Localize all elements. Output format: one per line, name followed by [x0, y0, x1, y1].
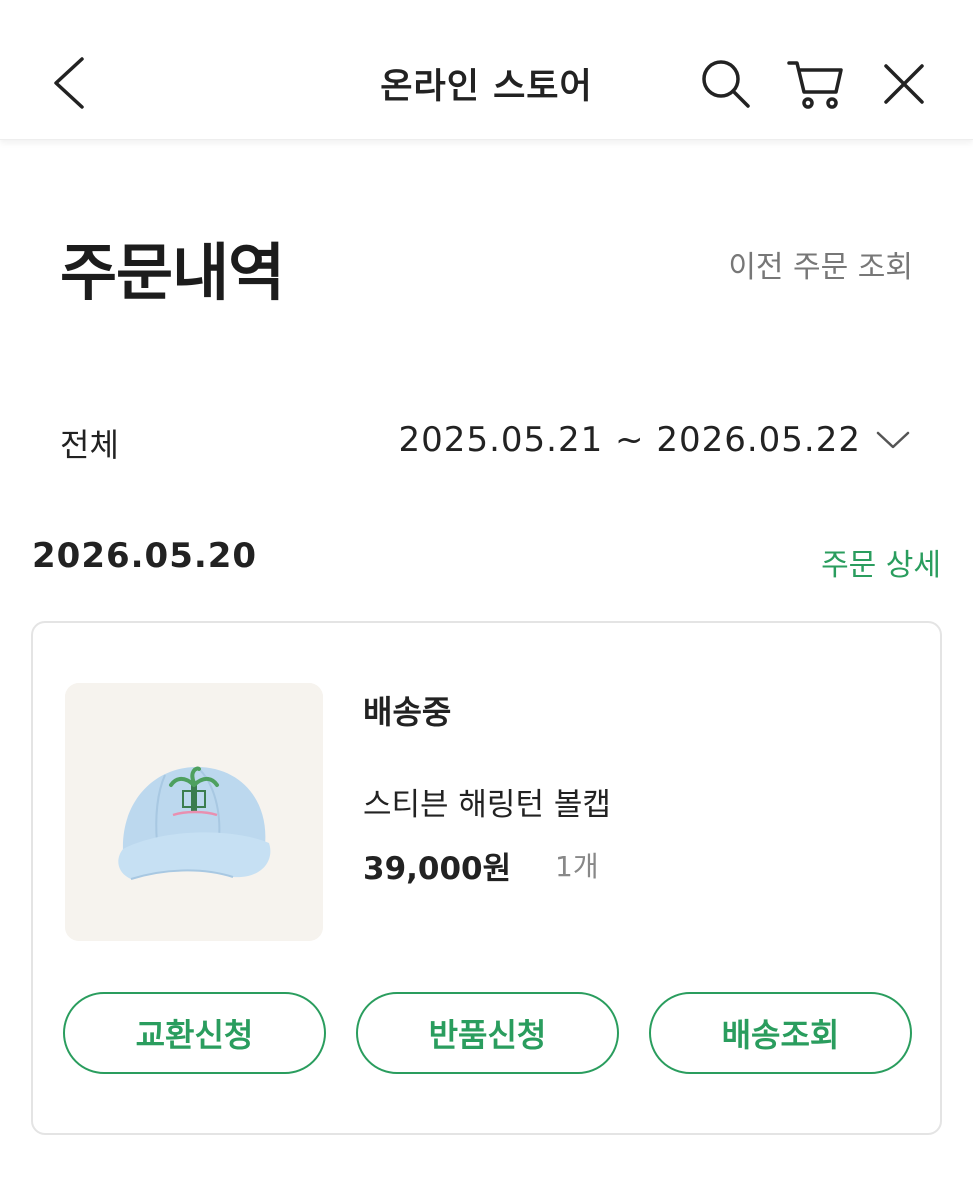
exchange-request-button[interactable]: 교환신청 — [63, 992, 326, 1074]
return-request-button[interactable]: 반품신청 — [356, 992, 619, 1074]
previous-orders-link[interactable]: 이전 주문 조회 — [728, 242, 913, 286]
chevron-down-icon — [876, 431, 910, 449]
close-icon[interactable] — [880, 60, 928, 108]
search-icon[interactable] — [700, 58, 752, 110]
date-range-text: 2025.05.21 ~ 2026.05.22 — [398, 420, 861, 460]
product-name[interactable]: 스티븐 해링턴 볼캡 — [363, 779, 611, 824]
page-title: 주문내역 — [60, 236, 285, 309]
product-image[interactable] — [65, 683, 323, 941]
order-status: 배송중 — [363, 693, 452, 731]
top-app-bar: 온라인 스토어 — [0, 0, 973, 140]
order-detail-link[interactable]: 주문 상세 — [821, 540, 941, 584]
product-price: 39,000원 — [363, 851, 512, 887]
status-filter[interactable]: 전체 — [60, 420, 119, 466]
cart-icon[interactable] — [786, 58, 844, 110]
product-quantity: 1개 — [555, 850, 599, 883]
date-range-selector[interactable]: 2025.05.21 ~ 2026.05.22 — [399, 420, 911, 460]
delivery-tracking-button[interactable]: 배송조회 — [649, 992, 912, 1074]
order-date: 2026.05.20 — [32, 536, 258, 576]
order-card: 배송중 스티븐 해링턴 볼캡 39,000원 1개 교환신청 반품신청 배송조회 — [31, 621, 942, 1135]
